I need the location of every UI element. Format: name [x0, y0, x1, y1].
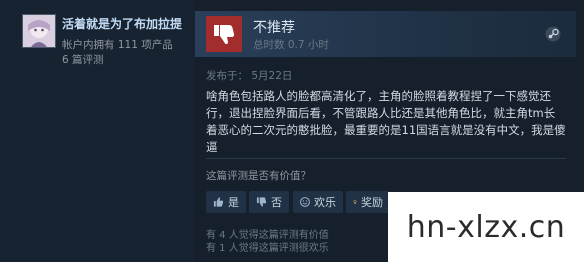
review-text: 啥角色包括路人的脸都高清化了，主角的脸照着教程捏了一下感觉还行，退出捏脸界面后看…	[206, 89, 566, 154]
avatar[interactable]	[22, 14, 56, 48]
vote-yes-button[interactable]: 是	[206, 191, 246, 213]
watermark: hn-xlzx.cn	[388, 192, 584, 262]
steam-icon[interactable]	[545, 26, 561, 42]
reviewer-name[interactable]: 活着就是为了布加拉提	[62, 15, 182, 32]
award-button[interactable]: 奖励	[346, 191, 390, 213]
vote-no-label: 否	[271, 196, 282, 209]
vote-yes-label: 是	[228, 196, 239, 209]
divider	[206, 158, 566, 159]
smile-icon	[300, 197, 310, 207]
award-label: 奖励	[361, 196, 383, 209]
review-hours: 总时数 0.7 小时	[253, 39, 329, 51]
reviewer-products-count[interactable]: 帐户内拥有 111 项产品	[62, 37, 173, 52]
helpful-question: 这篇评测是否有价值？	[206, 170, 311, 182]
review-verdict[interactable]: 不推荐	[253, 17, 295, 37]
vote-funny-label: 欢乐	[314, 196, 336, 209]
thumbs-down-small-icon	[256, 197, 267, 207]
thumbs-down-icon	[206, 16, 242, 52]
thumbs-up-icon	[213, 197, 224, 207]
vote-funny-button[interactable]: 欢乐	[293, 191, 343, 213]
vote-no-button[interactable]: 否	[249, 191, 289, 213]
review-date: 发布于： 5月22日	[206, 70, 293, 82]
reviewer-reviews-count[interactable]: 6 篇评测	[62, 52, 104, 67]
award-icon	[353, 200, 357, 204]
funny-count: 有 1 人觉得这篇评测很欢乐	[206, 243, 329, 254]
